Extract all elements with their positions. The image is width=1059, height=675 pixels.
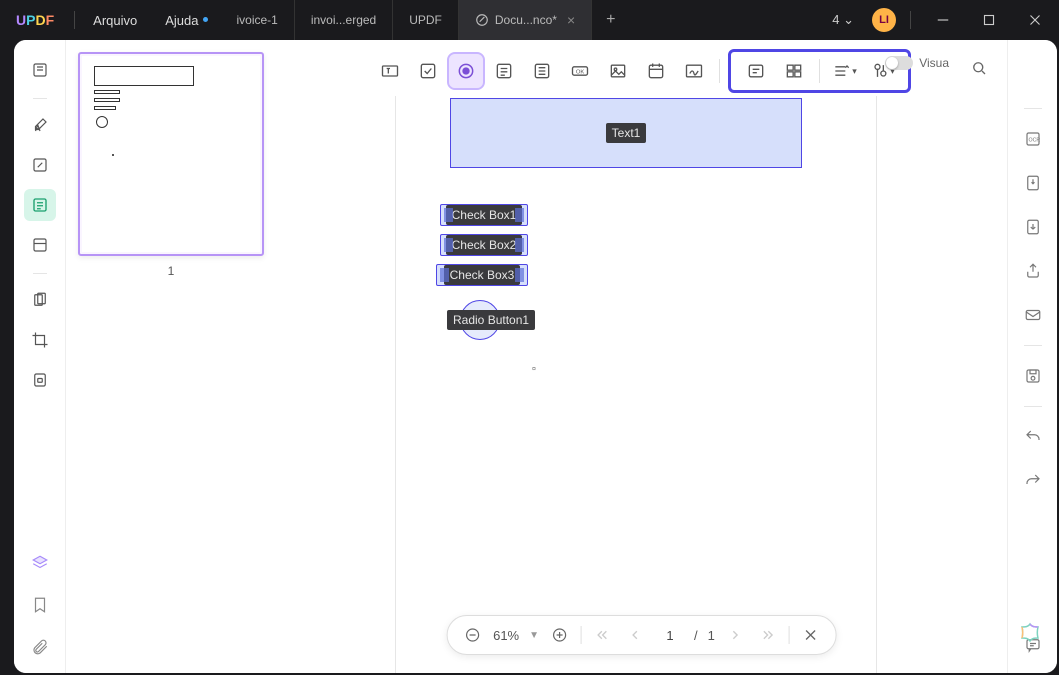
signature-field-tool[interactable] <box>677 54 711 88</box>
edit-icon <box>475 13 489 27</box>
undo-button[interactable] <box>1019 423 1047 451</box>
form-field-checkbox2[interactable]: Check Box2 <box>440 234 528 256</box>
first-page-button[interactable] <box>592 624 614 646</box>
new-tab-button[interactable]: + <box>592 0 629 40</box>
crop-button[interactable] <box>24 324 56 356</box>
tab-updf[interactable]: UPDF <box>393 0 459 40</box>
text-field-tool[interactable] <box>373 54 407 88</box>
svg-text:OCR: OCR <box>1028 137 1040 143</box>
tab-documento[interactable]: Docu...nco* × <box>459 0 592 40</box>
button-tool[interactable]: OK <box>563 54 597 88</box>
visual-toggle[interactable]: Visua <box>885 56 949 70</box>
save-button[interactable] <box>1019 362 1047 390</box>
page-total: 1 <box>708 628 715 643</box>
minimize-button[interactable] <box>925 0 961 40</box>
document-tabs: ivoice-1 invoi...erged UPDF Docu...nco* … <box>220 0 824 40</box>
last-page-button[interactable] <box>757 624 779 646</box>
zoom-dropdown-icon[interactable]: ▼ <box>529 630 539 641</box>
pdf-page[interactable]: Text1 Check Box1 Check Box2 Check Box3 R… <box>396 88 876 673</box>
form-recognition-button[interactable] <box>739 54 773 88</box>
layers-button[interactable] <box>24 547 56 579</box>
svg-text:OK: OK <box>575 70 584 76</box>
prev-page-button[interactable] <box>624 624 646 646</box>
page-navigator: 61% ▼ / 1 <box>446 615 837 655</box>
close-tab-icon[interactable]: × <box>567 12 575 28</box>
image-field-tool[interactable] <box>601 54 635 88</box>
user-avatar[interactable]: LI <box>872 8 896 32</box>
listbox-tool[interactable] <box>525 54 559 88</box>
comment-mode-button[interactable] <box>24 109 56 141</box>
maximize-button[interactable] <box>971 0 1007 40</box>
right-tool-rail: OCR <box>1007 40 1057 673</box>
zoom-in-button[interactable] <box>549 624 571 646</box>
search-button[interactable] <box>965 54 993 82</box>
titlebar: UPDF Arquivo Ajuda ivoice-1 invoi...erge… <box>0 0 1059 40</box>
left-tool-rail <box>14 40 66 673</box>
canvas[interactable]: OK ▾ ▾ Visua Text1 Check Box1 <box>276 40 1007 673</box>
app-shell: 1 OK ▾ ▾ Visua <box>14 40 1057 673</box>
form-mode-button[interactable] <box>24 189 56 221</box>
field-order-button[interactable]: ▾ <box>828 54 862 88</box>
next-page-button[interactable] <box>725 624 747 646</box>
tab-invoice-merged[interactable]: invoi...erged <box>295 0 393 40</box>
share-button[interactable] <box>1019 257 1047 285</box>
attachment-button[interactable] <box>24 631 56 663</box>
close-window-button[interactable] <box>1017 0 1053 40</box>
compress-button[interactable] <box>1019 169 1047 197</box>
menu-arquivo[interactable]: Arquivo <box>79 13 151 28</box>
thumbnail-panel: 1 <box>66 40 276 673</box>
redact-button[interactable] <box>24 284 56 316</box>
form-field-checkbox3[interactable]: Check Box3 <box>436 264 528 286</box>
form-field-checkbox1[interactable]: Check Box1 <box>440 204 528 226</box>
checkbox-tool[interactable] <box>411 54 445 88</box>
redo-button[interactable] <box>1019 467 1047 495</box>
form-field-radio1[interactable]: Radio Button1 <box>460 300 500 340</box>
app-logo[interactable]: UPDF <box>0 12 70 28</box>
radio-button-tool[interactable] <box>449 54 483 88</box>
align-button[interactable] <box>777 54 811 88</box>
dropdown-tool[interactable] <box>487 54 521 88</box>
organize-mode-button[interactable] <box>24 229 56 261</box>
tab-invoice-1[interactable]: ivoice-1 <box>220 0 294 40</box>
bookmark-button[interactable] <box>24 589 56 621</box>
form-alignment-group: ▾ ▾ <box>728 49 911 93</box>
menu-ajuda[interactable]: Ajuda <box>151 13 212 28</box>
form-toolbar: OK ▾ ▾ <box>367 46 917 96</box>
protect-button[interactable] <box>24 364 56 396</box>
ocr-button[interactable]: OCR <box>1019 125 1047 153</box>
thumbnail-number: 1 <box>78 264 264 278</box>
toggle-switch-icon[interactable] <box>885 56 913 70</box>
reader-mode-button[interactable] <box>24 54 56 86</box>
cursor-mark-icon: ¤ <box>532 366 536 373</box>
email-button[interactable] <box>1019 301 1047 329</box>
page-thumbnail[interactable] <box>78 52 264 256</box>
ai-assistant-button[interactable] <box>1015 619 1045 649</box>
form-field-text1[interactable]: Text1 <box>450 98 802 168</box>
close-pager-button[interactable] <box>800 624 822 646</box>
date-field-tool[interactable] <box>639 54 673 88</box>
page-number-input[interactable] <box>656 628 684 643</box>
zoom-out-button[interactable] <box>461 624 483 646</box>
open-docs-count[interactable]: 4 ⌄ <box>824 12 862 28</box>
export-button[interactable] <box>1019 213 1047 241</box>
field-label: Text1 <box>606 123 647 143</box>
zoom-level[interactable]: 61% <box>493 628 519 643</box>
edit-mode-button[interactable] <box>24 149 56 181</box>
